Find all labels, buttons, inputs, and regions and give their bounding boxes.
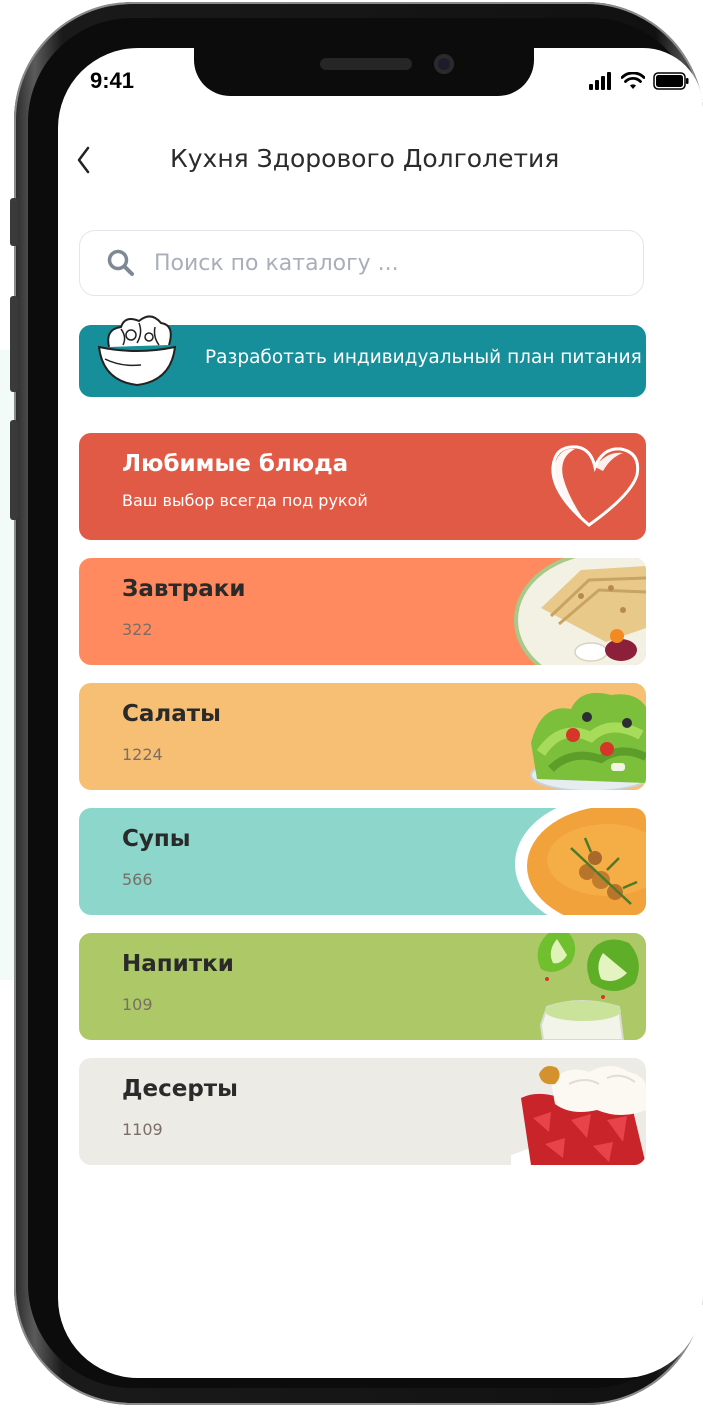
- category-title: Супы: [122, 826, 191, 852]
- category-card-soups[interactable]: Супы 566: [79, 808, 646, 915]
- signal-icon: [589, 72, 611, 90]
- category-card-drinks[interactable]: Напитки 109: [79, 933, 646, 1040]
- meal-plan-banner[interactable]: Разработать индивидуальный план питания: [79, 315, 646, 397]
- category-count: 1109: [122, 1120, 163, 1139]
- category-count: 109: [122, 995, 153, 1014]
- category-count: 1224: [122, 745, 163, 764]
- speaker-grille: [320, 58, 412, 70]
- mute-switch: [10, 198, 18, 246]
- favorites-subtitle: Ваш выбор всегда под рукой: [122, 491, 368, 510]
- notch: [194, 48, 534, 96]
- salad-bowl-icon: [97, 315, 177, 387]
- meal-plan-label: Разработать индивидуальный план питания: [205, 347, 642, 368]
- apple-drink-image: [537, 933, 639, 1040]
- favorites-card[interactable]: Любимые блюда Ваш выбор всегда под рукой: [79, 433, 646, 540]
- back-button[interactable]: [70, 140, 100, 180]
- search-bar[interactable]: [79, 230, 644, 296]
- category-card-breakfasts[interactable]: Завтраки 322: [79, 558, 646, 665]
- category-title: Десерты: [122, 1076, 238, 1102]
- search-icon: [107, 249, 134, 276]
- volume-down-button: [10, 420, 18, 520]
- category-card-desserts[interactable]: Десерты 1109: [79, 1058, 646, 1165]
- app-screen: 9:41 Кухня Здорового Долголетия Поиск по…: [58, 48, 703, 1378]
- status-icons: [589, 72, 689, 90]
- page-title: Кухня Здорового Долголетия: [170, 144, 560, 173]
- heart-icon: [551, 445, 640, 527]
- pancakes-image: [514, 558, 646, 665]
- category-title: Салаты: [122, 701, 221, 727]
- favorites-title: Любимые блюда: [122, 451, 349, 477]
- category-title: Завтраки: [122, 576, 246, 602]
- volume-up-button: [10, 296, 18, 392]
- chevron-left-icon: [77, 146, 90, 174]
- category-count: 322: [122, 620, 153, 639]
- search-input[interactable]: [152, 249, 576, 277]
- strawberry-dessert-image: [511, 1066, 646, 1165]
- category-count: 566: [122, 870, 153, 889]
- nav-bar: Кухня Здорового Долголетия: [58, 138, 703, 186]
- front-camera: [434, 54, 454, 74]
- battery-icon: [653, 72, 689, 90]
- salad-image: [530, 692, 646, 790]
- category-card-salads[interactable]: Салаты 1224: [79, 683, 646, 790]
- wifi-icon: [621, 72, 645, 89]
- soup-image: [515, 808, 646, 915]
- status-time: 9:41: [90, 68, 135, 93]
- category-title: Напитки: [122, 951, 234, 977]
